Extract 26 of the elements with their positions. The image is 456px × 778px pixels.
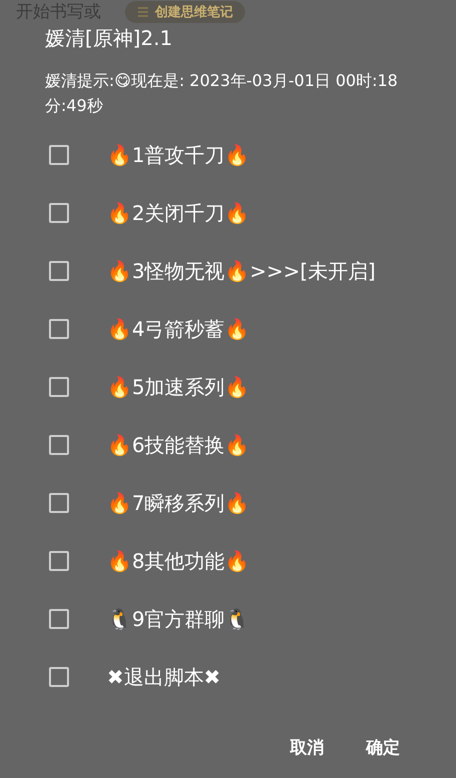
- option-label[interactable]: ✖退出脚本✖: [107, 664, 221, 690]
- checkbox[interactable]: [49, 609, 69, 629]
- menu-icon: [137, 6, 149, 16]
- checkbox[interactable]: [49, 667, 69, 687]
- option-label[interactable]: 🔥4弓箭秒蓄🔥: [107, 316, 250, 342]
- confirm-button[interactable]: 确定: [362, 732, 404, 763]
- option-label[interactable]: 🔥5加速系列🔥: [107, 374, 250, 400]
- checkbox[interactable]: [49, 377, 69, 397]
- option-label[interactable]: 🔥1普攻千刀🔥: [107, 142, 250, 168]
- option-label[interactable]: 🔥2关闭千刀🔥: [107, 200, 250, 226]
- checkbox[interactable]: [49, 261, 69, 281]
- checkbox[interactable]: [49, 493, 69, 513]
- checkbox[interactable]: [49, 203, 69, 223]
- checkbox[interactable]: [49, 551, 69, 571]
- checkbox[interactable]: [49, 435, 69, 455]
- option-label[interactable]: 🔥3怪物无视🔥>>>[未开启]: [107, 258, 376, 284]
- checkbox[interactable]: [49, 319, 69, 339]
- checkbox[interactable]: [49, 145, 69, 165]
- dialog-title: 媛清[原神]2.1: [45, 25, 172, 52]
- option-label[interactable]: 🔥7瞬移系列🔥: [107, 490, 250, 516]
- create-note-button[interactable]: 创建思维笔记: [125, 0, 245, 22]
- option-label[interactable]: 🔥8其他功能🔥: [107, 548, 250, 574]
- option-label[interactable]: 🔥6技能替换🔥: [107, 432, 250, 458]
- cancel-button[interactable]: 取消: [286, 732, 328, 763]
- dialog-message: 媛清提示:😋现在是: 2023年-03月-01日 00时:18分:49秒: [45, 70, 399, 117]
- option-label[interactable]: 🐧9官方群聊🐧: [107, 606, 250, 632]
